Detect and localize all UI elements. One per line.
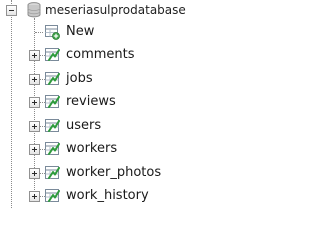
table-row-worker-photos[interactable]: worker_photos	[0, 163, 232, 183]
table-row-users[interactable]: users	[0, 116, 232, 136]
table-icon	[45, 142, 60, 155]
table-name[interactable]: work_history	[66, 188, 149, 204]
expand-table-toggle[interactable]	[29, 168, 40, 179]
table-name[interactable]: jobs	[66, 71, 93, 87]
expand-table-toggle[interactable]	[29, 144, 40, 155]
new-table-label[interactable]: New	[66, 24, 94, 40]
table-row-workers[interactable]: workers	[0, 139, 232, 159]
table-name[interactable]: worker_photos	[66, 165, 161, 181]
table-name[interactable]: users	[66, 118, 101, 134]
collapse-database-toggle[interactable]	[6, 5, 17, 16]
table-icon	[45, 119, 60, 132]
table-name[interactable]: comments	[66, 47, 135, 63]
database-row[interactable]: meseriasulprodatabase	[0, 1, 232, 21]
expand-table-toggle[interactable]	[29, 50, 40, 61]
table-icon	[45, 95, 60, 108]
table-name[interactable]: reviews	[66, 94, 116, 110]
new-table-row[interactable]: New	[0, 22, 232, 42]
table-icon	[45, 72, 60, 85]
expand-table-toggle[interactable]	[29, 121, 40, 132]
table-row-reviews[interactable]: reviews	[0, 92, 232, 112]
expand-table-toggle[interactable]	[29, 191, 40, 202]
table-icon	[45, 166, 60, 179]
table-row-comments[interactable]: comments	[0, 45, 232, 65]
expand-table-toggle[interactable]	[29, 97, 40, 108]
navigation-tree: meseriasulprodatabase New comments jobs re…	[0, 0, 232, 208]
tree-branch	[35, 32, 43, 33]
database-icon	[27, 2, 41, 18]
database-name[interactable]: meseriasulprodatabase	[45, 2, 186, 18]
new-table-icon	[45, 25, 60, 40]
table-row-work-history[interactable]: work_history	[0, 186, 232, 206]
table-icon	[45, 48, 60, 61]
table-name[interactable]: workers	[66, 141, 117, 157]
table-icon	[45, 189, 60, 202]
expand-table-toggle[interactable]	[29, 74, 40, 85]
table-row-jobs[interactable]: jobs	[0, 69, 232, 89]
